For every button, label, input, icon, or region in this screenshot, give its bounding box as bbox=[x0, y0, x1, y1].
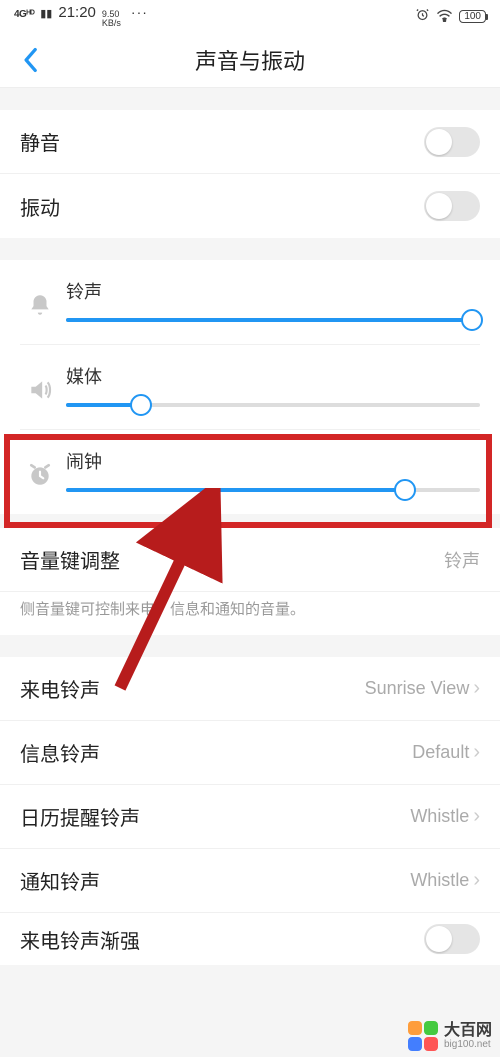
vibrate-row[interactable]: 振动 bbox=[0, 174, 500, 238]
speaker-icon bbox=[20, 363, 60, 403]
volume-key-row[interactable]: 音量键调整 铃声 bbox=[0, 528, 500, 592]
message-ringtone-row[interactable]: 信息铃声 Default› bbox=[0, 721, 500, 785]
vibrate-toggle[interactable] bbox=[424, 191, 480, 221]
clock-icon bbox=[20, 448, 60, 488]
bell-icon bbox=[20, 278, 60, 318]
chevron-right-icon: › bbox=[473, 741, 480, 764]
message-ringtone-value: Default bbox=[412, 742, 469, 763]
network-indicator: 4Gᴴᴰ bbox=[14, 9, 34, 20]
ringtone-slider-row: 铃声 bbox=[20, 260, 480, 345]
ramp-toggle[interactable] bbox=[424, 924, 480, 954]
status-bar: 4Gᴴᴰ ▮▮ 21:20 9.50KB/s ··· 100 bbox=[0, 0, 500, 32]
watermark: 大百网 big100.net bbox=[408, 1021, 492, 1051]
watermark-name: 大百网 bbox=[444, 1023, 492, 1039]
incoming-ringtone-label: 来电铃声 bbox=[20, 674, 100, 703]
calendar-ringtone-row[interactable]: 日历提醒铃声 Whistle› bbox=[0, 785, 500, 849]
alarm-icon bbox=[415, 7, 430, 25]
notification-ringtone-value: Whistle bbox=[410, 870, 469, 891]
chevron-right-icon: › bbox=[473, 677, 480, 700]
media-slider-row: 媒体 bbox=[20, 345, 480, 430]
calendar-ringtone-value: Whistle bbox=[410, 806, 469, 827]
wifi-icon bbox=[436, 8, 453, 25]
alarm-slider[interactable] bbox=[66, 488, 480, 492]
alarm-slider-label: 闹钟 bbox=[66, 448, 480, 474]
volume-sliders: 铃声 媒体 闹钟 bbox=[0, 260, 500, 514]
notification-ringtone-row[interactable]: 通知铃声 Whistle› bbox=[0, 849, 500, 913]
ringtone-slider-label: 铃声 bbox=[66, 278, 480, 304]
volume-key-label: 音量键调整 bbox=[20, 545, 120, 574]
calendar-ringtone-label: 日历提醒铃声 bbox=[20, 802, 140, 831]
volume-key-value: 铃声 bbox=[444, 547, 480, 573]
media-slider[interactable] bbox=[66, 403, 480, 407]
watermark-url: big100.net bbox=[444, 1039, 492, 1050]
clock: 21:20 bbox=[58, 4, 96, 21]
battery-indicator: 100 bbox=[459, 10, 486, 23]
ringtone-slider[interactable] bbox=[66, 318, 480, 322]
chevron-right-icon: › bbox=[473, 805, 480, 828]
incoming-ringtone-value: Sunrise View bbox=[365, 678, 470, 699]
volume-key-desc: 侧音量键可控制来电、信息和通知的音量。 bbox=[0, 592, 500, 635]
header: 声音与振动 bbox=[0, 32, 500, 88]
incoming-ringtone-row[interactable]: 来电铃声 Sunrise View› bbox=[0, 657, 500, 721]
back-button[interactable] bbox=[10, 32, 50, 87]
media-slider-label: 媒体 bbox=[66, 363, 480, 389]
ramp-ringtone-label: 来电铃声渐强 bbox=[20, 925, 140, 954]
ramp-ringtone-row[interactable]: 来电铃声渐强 bbox=[0, 913, 500, 965]
more-icon: ··· bbox=[131, 4, 148, 20]
notification-ringtone-label: 通知铃声 bbox=[20, 866, 100, 895]
page-title: 声音与振动 bbox=[195, 44, 305, 76]
alarm-slider-row: 闹钟 bbox=[20, 430, 480, 514]
mute-label: 静音 bbox=[20, 127, 60, 156]
data-rate: 9.50KB/s bbox=[102, 10, 121, 28]
watermark-logo-icon bbox=[408, 1021, 438, 1051]
chevron-right-icon: › bbox=[473, 869, 480, 892]
signal-icon: ▮▮ bbox=[40, 7, 52, 20]
vibrate-label: 振动 bbox=[20, 192, 60, 221]
mute-toggle[interactable] bbox=[424, 127, 480, 157]
mute-row[interactable]: 静音 bbox=[0, 110, 500, 174]
message-ringtone-label: 信息铃声 bbox=[20, 738, 100, 767]
